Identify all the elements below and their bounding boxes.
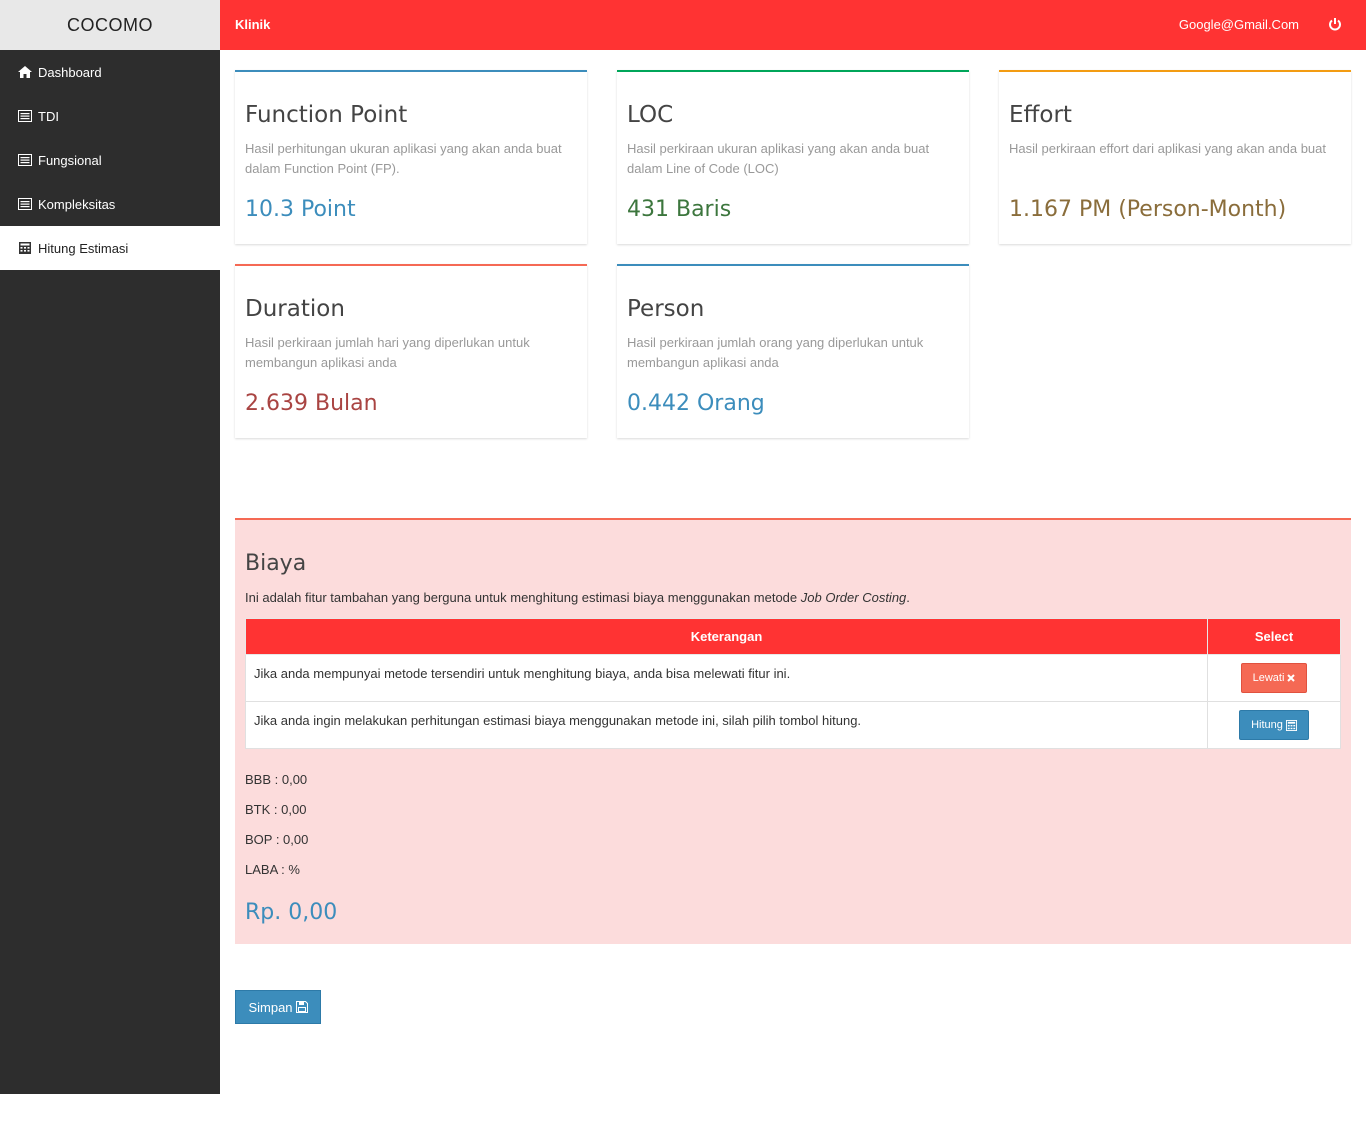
method-name: Job Order Costing bbox=[800, 590, 907, 605]
sidebar-item-label: Dashboard bbox=[38, 64, 102, 80]
power-icon[interactable] bbox=[1328, 17, 1342, 31]
card-value: 2.639 Bulan bbox=[245, 391, 378, 416]
save-button[interactable]: Simpan bbox=[235, 990, 321, 1024]
biaya-panel: Biaya Ini adalah fitur tambahan yang ber… bbox=[235, 518, 1351, 944]
card-title: Duration bbox=[245, 296, 345, 322]
sidebar-item-fungsional[interactable]: Fungsional bbox=[0, 138, 220, 182]
card-description: Hasil perkiraan effort dari aplikasi yan… bbox=[1009, 141, 1327, 156]
hitung-button[interactable]: Hitung bbox=[1239, 710, 1309, 740]
user-email[interactable]: Google@Gmail.Com bbox=[1179, 17, 1299, 32]
sidebar: Dashboard TDI Fungsional Kompleksitas Hi… bbox=[0, 50, 220, 1094]
biaya-table: Keterangan Select Jika anda mempunyai me… bbox=[245, 618, 1341, 749]
card-value: 0.442 Orang bbox=[627, 391, 765, 416]
biaya-description: Ini adalah fitur tambahan yang berguna u… bbox=[245, 590, 910, 605]
card-title: Effort bbox=[1009, 102, 1072, 128]
card-title: LOC bbox=[627, 102, 674, 128]
card-function-point: Function Point Hasil perhitungan ukuran … bbox=[235, 70, 587, 244]
table-cell-select: Hitung bbox=[1207, 701, 1341, 749]
sidebar-item-dashboard[interactable]: Dashboard bbox=[0, 50, 220, 94]
btk-value: BTK : 0,00 bbox=[245, 802, 307, 817]
table-cell-select: Lewati bbox=[1207, 654, 1341, 702]
sidebar-item-label: Fungsional bbox=[38, 152, 102, 168]
card-duration: Duration Hasil perkiraan jumlah hari yan… bbox=[235, 264, 587, 438]
sidebar-item-label: Kompleksitas bbox=[38, 196, 116, 212]
table-cell-keterangan: Jika anda mempunyai metode tersendiri un… bbox=[245, 654, 1208, 702]
card-description: Hasil perkiraan jumlah hari yang diperlu… bbox=[245, 335, 530, 370]
table-header-select: Select bbox=[1207, 618, 1341, 655]
table-header-keterangan: Keterangan bbox=[245, 618, 1208, 655]
lewati-button[interactable]: Lewati bbox=[1241, 663, 1307, 693]
list-icon bbox=[18, 110, 32, 122]
list-icon bbox=[18, 154, 32, 166]
close-icon bbox=[1287, 674, 1296, 682]
calculator-icon bbox=[18, 242, 32, 254]
sidebar-item-label: Hitung Estimasi bbox=[38, 240, 129, 256]
table-cell-keterangan: Jika anda ingin melakukan perhitungan es… bbox=[245, 701, 1208, 749]
card-loc: LOC Hasil perkiraan ukuran aplikasi yang… bbox=[617, 70, 969, 244]
card-value: 10.3 Point bbox=[245, 197, 356, 222]
card-description: Hasil perkiraan ukuran aplikasi yang aka… bbox=[627, 141, 930, 176]
card-title: Function Point bbox=[245, 102, 408, 128]
card-value: 431 Baris bbox=[627, 197, 732, 222]
list-icon bbox=[18, 198, 32, 210]
table-row: Jika anda ingin melakukan perhitungan es… bbox=[245, 701, 1341, 749]
laba-value: LABA : % bbox=[245, 862, 300, 877]
card-value: 1.167 PM (Person-Month) bbox=[1009, 197, 1287, 222]
card-description: Hasil perhitungan ukuran aplikasi yang a… bbox=[245, 141, 562, 176]
page-title[interactable]: Klinik bbox=[235, 17, 270, 32]
bbb-value: BBB : 0,00 bbox=[245, 772, 308, 787]
top-navbar: Klinik Google@Gmail.Com bbox=[220, 0, 1366, 50]
calculator-icon bbox=[1285, 719, 1297, 731]
sidebar-item-hitung-estimasi[interactable]: Hitung Estimasi bbox=[0, 226, 220, 270]
card-title: Person bbox=[627, 296, 705, 322]
card-description: Hasil perkiraan jumlah orang yang diperl… bbox=[627, 335, 924, 370]
biaya-title: Biaya bbox=[245, 551, 307, 576]
save-icon bbox=[295, 1001, 308, 1013]
sidebar-item-tdi[interactable]: TDI bbox=[0, 94, 220, 138]
sidebar-item-label: TDI bbox=[38, 108, 59, 124]
bop-value: BOP : 0,00 bbox=[245, 832, 309, 847]
card-effort: Effort Hasil perkiraan effort dari aplik… bbox=[999, 70, 1351, 244]
table-row: Jika anda mempunyai metode tersendiri un… bbox=[245, 654, 1341, 702]
total-cost: Rp. 0,00 bbox=[245, 900, 338, 925]
sidebar-item-kompleksitas[interactable]: Kompleksitas bbox=[0, 182, 220, 226]
card-person: Person Hasil perkiraan jumlah orang yang… bbox=[617, 264, 969, 438]
app-brand[interactable]: COCOMO bbox=[0, 0, 220, 50]
home-icon bbox=[18, 66, 32, 78]
